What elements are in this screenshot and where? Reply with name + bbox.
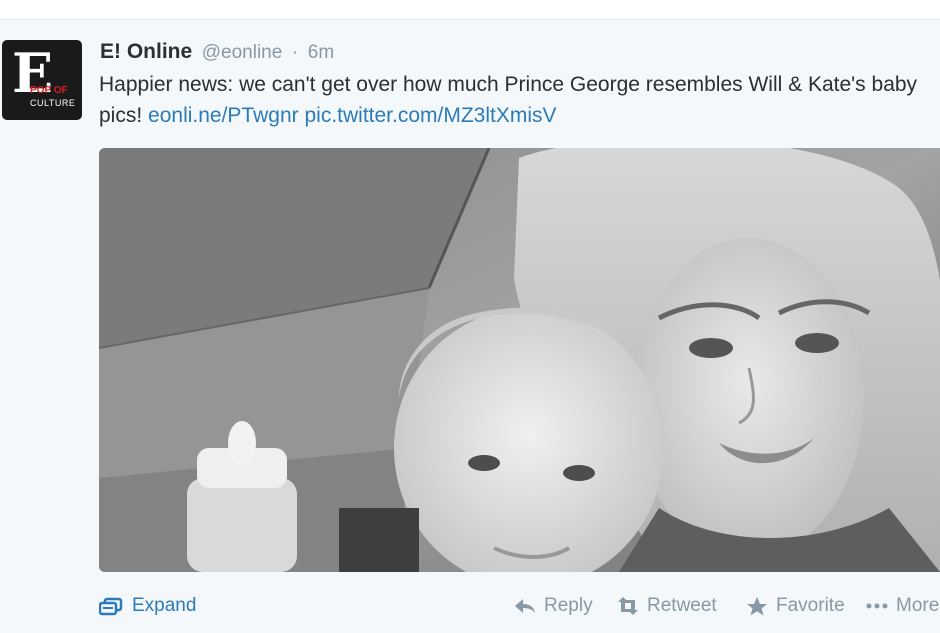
author-handle[interactable]: @eonline: [202, 42, 283, 63]
avatar[interactable]: E POP OF CULTURE: [2, 40, 82, 120]
reply-arrow-icon: [515, 599, 535, 613]
top-strip: [0, 0, 940, 20]
short-link[interactable]: eonli.ne/PTwgnr: [148, 104, 299, 127]
favorite-label: Favorite: [776, 595, 845, 616]
reply-label: Reply: [544, 595, 593, 616]
timestamp[interactable]: 6m: [308, 42, 334, 63]
tweet-header: E! Online @eonline · 6m: [100, 39, 334, 65]
separator: ·: [291, 42, 299, 63]
reply-button[interactable]: Reply: [513, 591, 593, 621]
expand-icon: [99, 597, 123, 616]
logo-line-1: POP OF: [30, 85, 68, 96]
more-label: More: [896, 595, 940, 616]
retweet-label: Retweet: [647, 595, 717, 616]
tweet-photo[interactable]: [99, 148, 940, 572]
photo-illustration: [99, 148, 940, 572]
tweet-actions: Expand Reply Retweet Favorite More: [0, 591, 940, 621]
retweet-button[interactable]: Retweet: [616, 591, 717, 621]
author-name[interactable]: E! Online: [100, 40, 192, 63]
expand-label: Expand: [132, 595, 197, 616]
pic-link[interactable]: pic.twitter.com/MZ3ltXmisV: [304, 104, 556, 127]
tweet[interactable]: E POP OF CULTURE E! Online @eonline · 6m…: [0, 21, 940, 633]
tweet-text: Happier news: we can't get over how much…: [99, 69, 929, 131]
retweet-icon: [618, 597, 638, 615]
star-icon: [747, 597, 767, 616]
expand-button[interactable]: Expand: [99, 591, 196, 621]
more-button[interactable]: More: [865, 591, 939, 621]
ellipsis-icon: [866, 603, 888, 609]
logo-line-2: CULTURE: [30, 98, 76, 108]
favorite-button[interactable]: Favorite: [745, 591, 845, 621]
